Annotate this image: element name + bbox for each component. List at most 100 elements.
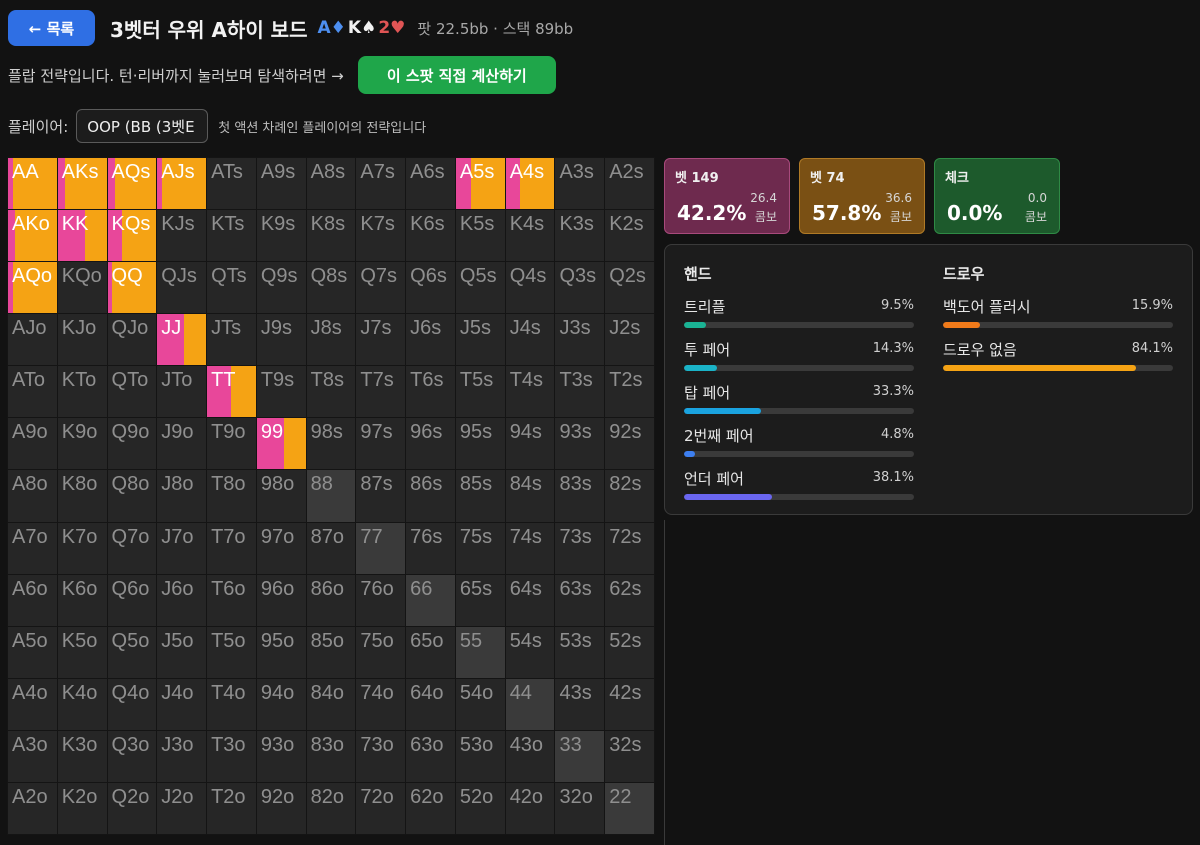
hand-cell[interactable]: 97s [356,418,406,470]
hand-cell[interactable]: 95s [455,418,505,470]
hand-cell[interactable]: Q3s [555,262,605,314]
hand-cell[interactable]: KTo [57,366,107,418]
hand-cell[interactable]: A6s [406,158,455,210]
hand-cell[interactable]: 32s [605,730,654,782]
hand-cell[interactable]: K3s [555,210,605,262]
hand-cell[interactable]: 84s [505,470,555,522]
hand-cell[interactable]: A8s [306,158,356,210]
hand-cell[interactable]: 64o [406,678,455,730]
hand-cell[interactable]: J3o [157,730,207,782]
hand-cell[interactable]: AA [8,158,57,210]
hand-cell[interactable]: J8o [157,470,207,522]
hand-cell[interactable]: K3o [57,730,107,782]
action-card[interactable]: 벳 149 42.2% 26.4 콤보 [664,158,790,234]
hand-cell[interactable]: T4o [207,678,256,730]
hand-cell[interactable]: A5s [455,158,505,210]
hand-cell[interactable]: T9o [207,418,256,470]
hand-cell[interactable]: J7o [157,522,207,574]
hand-cell[interactable]: 52o [455,782,505,834]
hand-cell[interactable]: QTo [107,366,157,418]
hand-cell[interactable]: 43s [555,678,605,730]
hand-cell[interactable]: 72s [605,522,654,574]
hand-cell[interactable]: 92o [256,782,306,834]
hand-cell[interactable]: 88 [306,470,356,522]
hand-cell[interactable]: 92s [605,418,654,470]
hand-cell[interactable]: J2o [157,782,207,834]
hand-cell[interactable]: J6s [406,314,455,366]
hand-cell[interactable]: K2s [605,210,654,262]
hand-cell[interactable]: 75o [356,626,406,678]
player-select[interactable]: OOP (BB (3벳E [76,109,209,143]
hand-cell[interactable]: 42o [505,782,555,834]
hand-cell[interactable]: A8o [8,470,57,522]
hand-cell[interactable]: Q6o [107,574,157,626]
hand-cell[interactable]: 54s [505,626,555,678]
action-card[interactable]: 벳 74 57.8% 36.6 콤보 [799,158,925,234]
hand-cell[interactable]: 73s [555,522,605,574]
hand-cell[interactable]: QQ [107,262,157,314]
hand-cell[interactable]: K9o [57,418,107,470]
hand-cell[interactable]: 83s [555,470,605,522]
hand-cell[interactable]: T9s [256,366,306,418]
hand-cell[interactable]: 93s [555,418,605,470]
hand-cell[interactable]: K7s [356,210,406,262]
action-card[interactable]: 체크 0.0% 0.0 콤보 [934,158,1060,234]
hand-cell[interactable]: 86s [406,470,455,522]
hand-cell[interactable]: K8o [57,470,107,522]
hand-cell[interactable]: 32o [555,782,605,834]
hand-cell[interactable]: J8s [306,314,356,366]
hand-cell[interactable]: ATo [8,366,57,418]
hand-cell[interactable]: J4o [157,678,207,730]
hand-cell[interactable]: 44 [505,678,555,730]
hand-cell[interactable]: 53s [555,626,605,678]
hand-cell[interactable]: Q9o [107,418,157,470]
hand-cell[interactable]: 43o [505,730,555,782]
hand-cell[interactable]: JJ [157,314,207,366]
hand-cell[interactable]: 94o [256,678,306,730]
hand-cell[interactable]: A5o [8,626,57,678]
hand-cell[interactable]: J3s [555,314,605,366]
hand-cell[interactable]: 65s [455,574,505,626]
hand-cell[interactable]: Q7s [356,262,406,314]
hand-cell[interactable]: TT [207,366,256,418]
back-to-list-button[interactable]: ← 목록 [8,10,95,46]
hand-cell[interactable]: A4s [505,158,555,210]
hand-cell[interactable]: T4s [505,366,555,418]
hand-cell[interactable]: 87o [306,522,356,574]
hand-cell[interactable]: JTs [207,314,256,366]
hand-cell[interactable]: Q2o [107,782,157,834]
hand-cell[interactable]: T7s [356,366,406,418]
hand-cell[interactable]: 33 [555,730,605,782]
hand-cell[interactable]: J2s [605,314,654,366]
hand-cell[interactable]: K5o [57,626,107,678]
hand-cell[interactable]: 97o [256,522,306,574]
hand-cell[interactable]: 95o [256,626,306,678]
hand-cell[interactable]: 64s [505,574,555,626]
hand-cell[interactable]: A9s [256,158,306,210]
hand-cell[interactable]: 63o [406,730,455,782]
hand-cell[interactable]: 52s [605,626,654,678]
hand-cell[interactable]: K9s [256,210,306,262]
hand-cell[interactable]: 85s [455,470,505,522]
hand-cell[interactable]: AQs [107,158,157,210]
hand-cell[interactable]: K5s [455,210,505,262]
hand-cell[interactable]: Q5s [455,262,505,314]
hand-cell[interactable]: 66 [406,574,455,626]
hand-cell[interactable]: A6o [8,574,57,626]
calculate-spot-button[interactable]: 이 스팟 직접 계산하기 [357,56,556,94]
hand-cell[interactable]: Q4s [505,262,555,314]
hand-cell[interactable]: T3o [207,730,256,782]
hand-cell[interactable]: Q7o [107,522,157,574]
hand-cell[interactable]: T3s [555,366,605,418]
hand-cell[interactable]: 54o [455,678,505,730]
hand-cell[interactable]: T8o [207,470,256,522]
hand-cell[interactable]: 76s [406,522,455,574]
hand-cell[interactable]: ATs [207,158,256,210]
hand-cell[interactable]: Q9s [256,262,306,314]
hand-cell[interactable]: 53o [455,730,505,782]
hand-cell[interactable]: AQo [8,262,57,314]
hand-cell[interactable]: A4o [8,678,57,730]
hand-cell[interactable]: 75s [455,522,505,574]
hand-cell[interactable]: 87s [356,470,406,522]
hand-cell[interactable]: KQo [57,262,107,314]
